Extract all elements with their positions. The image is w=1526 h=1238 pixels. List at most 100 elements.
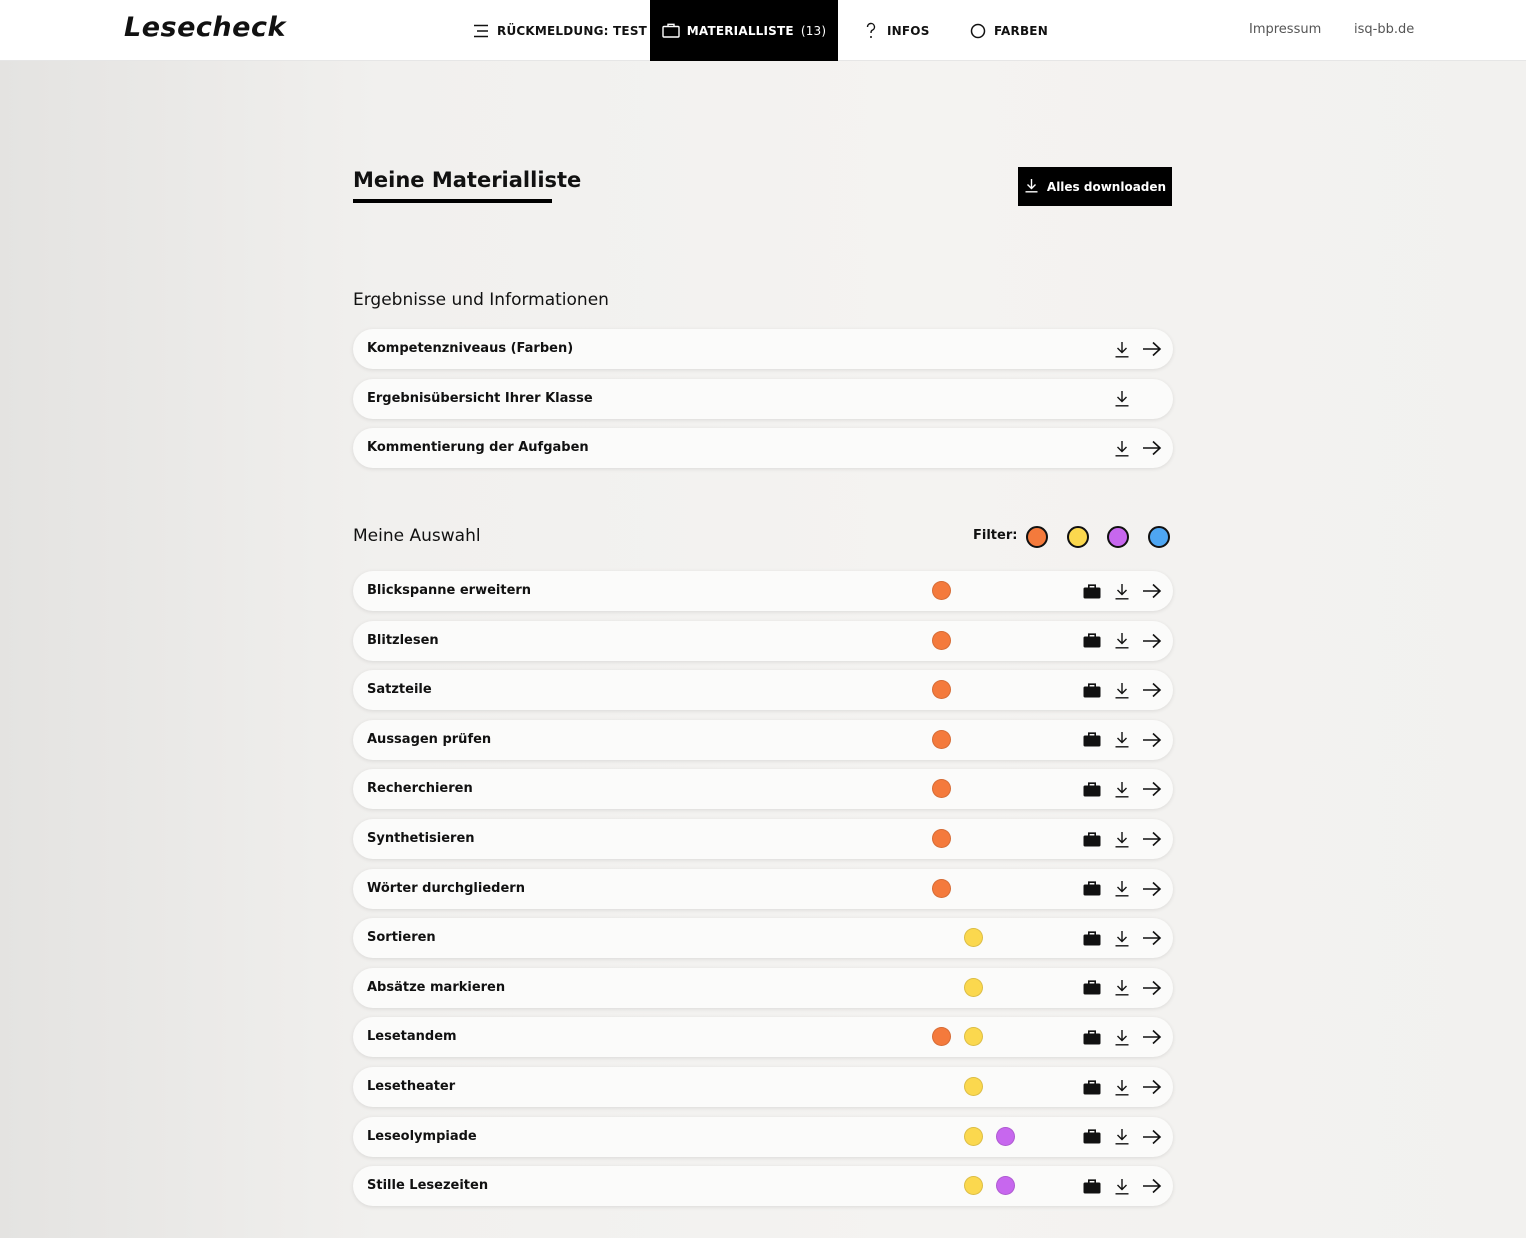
color-tag-orange <box>932 680 951 700</box>
results-row[interactable]: Ergebnisübersicht Ihrer Klasse <box>353 378 1173 419</box>
arrow-right-icon[interactable] <box>1142 1127 1162 1147</box>
material-row[interactable]: Blitzlesen <box>353 620 1173 661</box>
material-row[interactable]: Blickspanne erweitern <box>353 571 1173 611</box>
briefcase-icon[interactable] <box>1082 829 1102 849</box>
results-row[interactable]: Kommentierung der Aufgaben <box>353 428 1173 468</box>
color-tag-purple <box>996 1176 1015 1196</box>
row-label: Sortieren <box>367 930 436 946</box>
color-tag-orange <box>932 581 951 600</box>
isq-link[interactable]: isq-bb.de <box>1354 22 1414 37</box>
arrow-right-icon[interactable] <box>1142 1176 1162 1196</box>
nav-materialliste[interactable]: MATERIALLISTE (13) <box>650 0 838 61</box>
download-icon[interactable] <box>1112 631 1132 651</box>
material-row[interactable]: Lesetheater <box>353 1067 1173 1107</box>
arrow-right-icon[interactable] <box>1142 438 1162 458</box>
arrow-right-icon[interactable] <box>1142 730 1162 750</box>
question-icon <box>862 22 880 40</box>
download-icon[interactable] <box>1112 1176 1132 1196</box>
row-label: Recherchieren <box>367 781 473 797</box>
filter-color-dot[interactable] <box>1107 526 1129 548</box>
row-label: Lesetheater <box>367 1079 456 1094</box>
arrow-right-icon[interactable] <box>1142 978 1162 998</box>
download-icon[interactable] <box>1112 581 1132 601</box>
row-label: Absätze markieren <box>367 979 506 995</box>
color-tag-purple <box>996 1126 1015 1146</box>
color-tag-orange <box>932 829 951 848</box>
filter-color-dot[interactable] <box>1026 526 1048 548</box>
row-label: Blitzlesen <box>367 632 439 648</box>
download-icon[interactable] <box>1112 339 1132 359</box>
material-row[interactable]: Leseolympiade <box>353 1116 1173 1157</box>
filter-color-dot[interactable] <box>1067 526 1089 548</box>
download-icon[interactable] <box>1112 680 1132 700</box>
material-row[interactable]: Synthetisieren <box>353 819 1173 859</box>
row-label: Aussagen prüfen <box>367 731 492 747</box>
arrow-right-icon[interactable] <box>1142 779 1162 799</box>
impressum-link[interactable]: Impressum <box>1249 22 1321 37</box>
arrow-right-icon[interactable] <box>1142 631 1162 651</box>
download-icon[interactable] <box>1112 389 1132 409</box>
download-icon[interactable] <box>1112 978 1132 998</box>
download-icon[interactable] <box>1112 1127 1132 1147</box>
material-row[interactable]: Sortieren <box>353 918 1173 959</box>
row-label: Stille Lesezeiten <box>367 1178 489 1194</box>
arrow-right-icon[interactable] <box>1142 1077 1162 1097</box>
arrow-right-icon[interactable] <box>1142 339 1162 359</box>
download-all-label: Alles downloaden <box>1046 179 1167 194</box>
arrow-right-icon[interactable] <box>1142 829 1162 849</box>
briefcase-icon[interactable] <box>1082 1077 1102 1097</box>
row-label: Lesetandem <box>367 1029 457 1045</box>
download-icon[interactable] <box>1112 829 1132 849</box>
download-icon[interactable] <box>1112 779 1132 799</box>
color-tag-yellow <box>964 1027 983 1047</box>
download-icon[interactable] <box>1112 1027 1132 1047</box>
material-row[interactable]: Stille Lesezeiten <box>353 1166 1173 1207</box>
page-title: Meine Materialliste <box>353 168 582 192</box>
color-tag-yellow <box>964 977 983 997</box>
arrow-right-icon[interactable] <box>1142 1027 1162 1047</box>
briefcase-icon[interactable] <box>1082 978 1102 998</box>
color-tag-yellow <box>964 1077 983 1096</box>
arrow-right-icon[interactable] <box>1142 680 1162 700</box>
download-icon[interactable] <box>1112 879 1132 899</box>
download-all-button[interactable]: Alles downloaden <box>1018 167 1172 206</box>
row-label: Satzteile <box>367 682 432 698</box>
row-label: Leseolympiade <box>367 1128 477 1144</box>
download-icon <box>1024 178 1039 196</box>
briefcase-icon[interactable] <box>1082 928 1102 948</box>
material-row[interactable]: Aussagen prüfen <box>353 719 1173 760</box>
briefcase-icon[interactable] <box>1082 581 1102 601</box>
briefcase-icon[interactable] <box>1082 1176 1102 1196</box>
material-row[interactable]: Absätze markieren <box>353 967 1173 1008</box>
briefcase-icon[interactable] <box>1082 879 1102 899</box>
row-label: Ergebnisübersicht Ihrer Klasse <box>367 390 593 406</box>
arrow-right-icon[interactable] <box>1142 879 1162 899</box>
briefcase-icon[interactable] <box>1082 1027 1102 1047</box>
nav-infos-label: INFOS <box>887 23 930 38</box>
nav-rueckmeldung[interactable]: RÜCKMELDUNG: TEST <box>472 0 647 61</box>
briefcase-icon[interactable] <box>1082 730 1102 750</box>
arrow-right-icon[interactable] <box>1142 928 1162 948</box>
briefcase-icon[interactable] <box>1082 680 1102 700</box>
nav-infos[interactable]: INFOS <box>862 0 930 61</box>
filter-color-dot[interactable] <box>1148 526 1170 548</box>
material-row[interactable]: Recherchieren <box>353 769 1173 810</box>
download-icon[interactable] <box>1112 730 1132 750</box>
briefcase-icon[interactable] <box>1082 1127 1102 1147</box>
nav-farben[interactable]: FARBEN <box>969 0 1048 61</box>
material-row[interactable]: Satzteile <box>353 670 1173 711</box>
arrow-right-icon[interactable] <box>1142 581 1162 601</box>
menu-lines-icon <box>472 22 490 40</box>
material-row[interactable]: Lesetandem <box>353 1017 1173 1058</box>
results-row[interactable]: Kompetenzniveaus (Farben) <box>353 329 1173 369</box>
download-icon[interactable] <box>1112 928 1132 948</box>
briefcase-icon[interactable] <box>1082 779 1102 799</box>
nav-rueckmeldung-label: RÜCKMELDUNG: TEST <box>497 23 648 38</box>
logo[interactable]: Lesecheck <box>124 12 286 43</box>
color-tag-orange <box>932 1027 951 1047</box>
color-tag-orange <box>932 779 951 799</box>
download-icon[interactable] <box>1112 1077 1132 1097</box>
briefcase-icon[interactable] <box>1082 631 1102 651</box>
download-icon[interactable] <box>1112 438 1132 458</box>
material-row[interactable]: Wörter durchgliedern <box>353 868 1173 909</box>
